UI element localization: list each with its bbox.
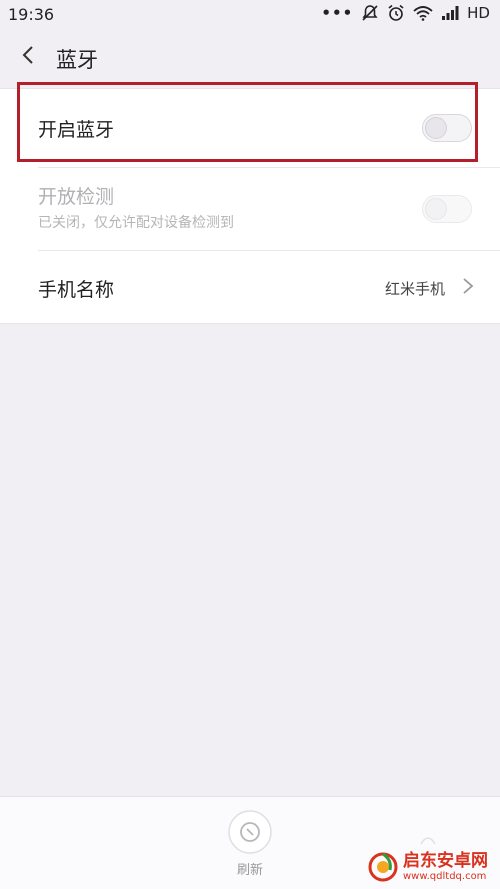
switch-knob — [425, 198, 447, 220]
status-time: 19:36 — [8, 5, 55, 24]
device-name-label: 手机名称 — [38, 279, 115, 301]
chevron-right-icon — [463, 278, 474, 294]
alarm-icon — [388, 4, 404, 21]
discoverable-sublabel: 已关闭，仅允许配对设备检测到 — [38, 215, 234, 231]
status-bar: 19:36 ••• HD — [0, 0, 500, 30]
watermark-logo-icon — [368, 852, 398, 882]
bluetooth-settings-screen: 19:36 ••• HD 蓝牙 开启蓝牙 开放检测 已关闭，仅允许配对设备检测到… — [0, 0, 500, 889]
bluetooth-toggle-row[interactable]: 开启蓝牙 — [38, 89, 500, 168]
network-type: HD — [467, 4, 490, 22]
settings-list: 开启蓝牙 开放检测 已关闭，仅允许配对设备检测到 手机名称 红米手机 — [0, 88, 500, 324]
discoverable-switch — [422, 195, 472, 223]
wifi-icon — [413, 6, 433, 21]
device-name-row[interactable]: 手机名称 红米手机 — [38, 251, 500, 323]
more-notifications-icon: ••• — [321, 4, 354, 22]
discoverable-label: 开放检测 — [38, 186, 115, 208]
watermark-url: www.qdltdq.com — [403, 870, 487, 882]
page-title: 蓝牙 — [56, 48, 98, 72]
bluetooth-label: 开启蓝牙 — [38, 119, 115, 141]
watermark-text: 启东安卓网 www.qdltdq.com — [403, 850, 488, 882]
mute-icon — [362, 5, 378, 21]
watermark: 启东安卓网 www.qdltdq.com — [368, 852, 488, 882]
watermark-name: 启东安卓网 — [403, 850, 488, 871]
discoverable-row: 开放检测 已关闭，仅允许配对设备检测到 — [38, 168, 500, 251]
refresh-label: 刷新 — [236, 863, 263, 878]
bluetooth-switch[interactable] — [422, 114, 472, 142]
refresh-icon — [228, 810, 272, 854]
status-icons: ••• HD — [321, 4, 490, 22]
device-name-value: 红米手机 — [384, 280, 445, 298]
signal-icon — [442, 6, 459, 20]
header: 蓝牙 — [0, 30, 500, 80]
faded-help-icon — [420, 837, 436, 845]
back-icon[interactable] — [18, 45, 38, 65]
switch-knob — [425, 117, 447, 139]
refresh-button[interactable]: 刷新 — [226, 809, 274, 879]
